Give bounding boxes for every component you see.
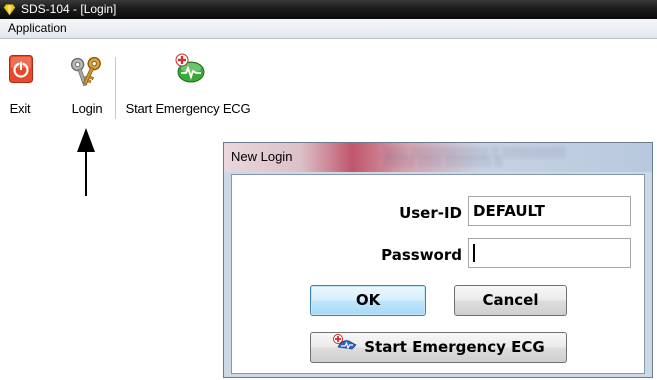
- dialog-body: User-ID DEFAULT Password OK Cancel Start…: [231, 174, 645, 374]
- menu-application[interactable]: Application: [8, 19, 67, 38]
- ok-button[interactable]: OK: [310, 285, 426, 316]
- dialog-title: New Login: [231, 149, 293, 164]
- userid-label: User-ID: [399, 204, 462, 222]
- emergency-ecg-icon: [174, 53, 206, 88]
- annotation-arrow-line: [85, 150, 87, 196]
- userid-input[interactable]: DEFAULT: [468, 196, 631, 226]
- start-emergency-ecg-toolbar-button[interactable]: Start Emergency ECG: [122, 39, 254, 123]
- emergency-ecg-small-icon: [332, 332, 358, 361]
- annotation-arrow-head: [77, 128, 95, 152]
- power-icon: [9, 55, 33, 88]
- start-emergency-ecg-button-label: Start Emergency ECG: [364, 338, 545, 356]
- login-label: Login: [71, 101, 103, 116]
- menu-bar: Application: [0, 19, 657, 39]
- password-input[interactable]: [468, 238, 631, 268]
- toolbar: Exit Login Start Emergency ECG: [0, 39, 657, 123]
- password-label: Password: [381, 246, 462, 264]
- dialog-titlebar: ▒▒▒ ▒▒▒▒▒▒▒▒▒▒ ▒ ▒▒▒▒▒▒▒▒ ▒▒▒▒ ▒▒▒ ▒▒▒▒▒▒…: [224, 143, 652, 172]
- window-titlebar: SDS-104 - [Login]: [0, 0, 657, 19]
- emergency-ecg-label: Start Emergency ECG: [125, 101, 251, 116]
- start-emergency-ecg-button[interactable]: Start Emergency ECG: [310, 332, 567, 363]
- keys-icon: [69, 53, 103, 92]
- dialog-background-blur: ▒▒▒ ▒▒▒▒▒▒▒▒▒▒ ▒ ▒▒▒▒▒▒▒▒ ▒▒▒▒ ▒▒▒ ▒▒▒▒▒▒…: [384, 147, 565, 167]
- new-login-dialog: ▒▒▒ ▒▒▒▒▒▒▒▒▒▒ ▒ ▒▒▒▒▒▒▒▒ ▒▒▒▒ ▒▒▒ ▒▒▒▒▒▒…: [223, 142, 653, 378]
- toolbar-separator: [115, 57, 116, 119]
- exit-label: Exit: [9, 101, 31, 116]
- app-logo-icon: [3, 3, 16, 16]
- cancel-button[interactable]: Cancel: [454, 285, 567, 316]
- window-title: SDS-104 - [Login]: [21, 2, 117, 16]
- login-button[interactable]: Login: [64, 39, 110, 123]
- exit-button[interactable]: Exit: [2, 39, 38, 123]
- text-caret: [473, 243, 475, 262]
